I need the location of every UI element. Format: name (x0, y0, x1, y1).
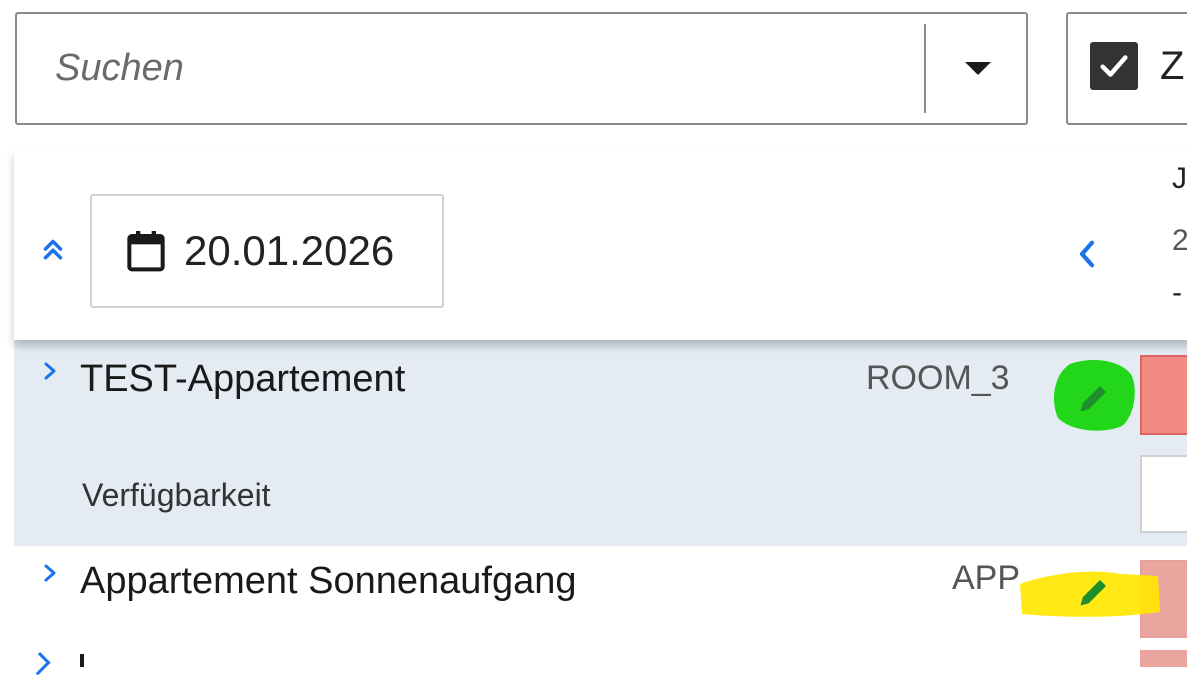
calendar-icon (127, 231, 165, 272)
chevron-left-icon (1079, 240, 1095, 268)
availability-cell[interactable] (1140, 455, 1187, 533)
availability-cell[interactable] (1140, 355, 1187, 435)
pencil-icon (1080, 386, 1106, 412)
date-picker[interactable]: 20.01.2026 (90, 194, 444, 308)
column-header-text: 2 (1172, 224, 1187, 257)
search-combobox (15, 12, 1028, 125)
date-value: 20.01.2026 (184, 227, 395, 274)
pencil-icon (1080, 580, 1106, 606)
availability-label: Verfügbarkeit (82, 477, 271, 513)
double-chevron-up-icon (43, 239, 63, 260)
date-header: 20.01.2026 J 2 - (14, 150, 1187, 340)
divider (924, 24, 926, 113)
filter-checkbox-group: Z (1066, 12, 1187, 125)
checkbox-label: Z (1160, 44, 1185, 88)
previous-button[interactable] (1072, 236, 1102, 272)
room-code: APP (952, 559, 1021, 597)
availability-cell[interactable] (1140, 650, 1187, 667)
chevron-right-icon[interactable] (40, 360, 60, 382)
check-icon (1100, 55, 1128, 77)
chevron-right-icon[interactable] (40, 562, 60, 584)
room-code: ROOM_3 (866, 359, 1010, 397)
checkbox[interactable] (1090, 42, 1138, 90)
dropdown-toggle-button[interactable] (929, 14, 1026, 123)
collapse-button[interactable] (38, 234, 68, 264)
edit-button[interactable] (1018, 560, 1163, 620)
column-header-text: - (1172, 276, 1182, 309)
room-name: TEST-Appartement (80, 358, 406, 400)
room-name-fragment (80, 654, 84, 667)
chevron-right-icon[interactable] (27, 652, 51, 675)
search-input[interactable] (17, 14, 922, 123)
column-header-text: J (1172, 162, 1187, 195)
room-name: Appartement Sonnenaufgang (80, 560, 577, 602)
edit-button[interactable] (1052, 356, 1135, 436)
triangle-down-icon (964, 62, 991, 75)
